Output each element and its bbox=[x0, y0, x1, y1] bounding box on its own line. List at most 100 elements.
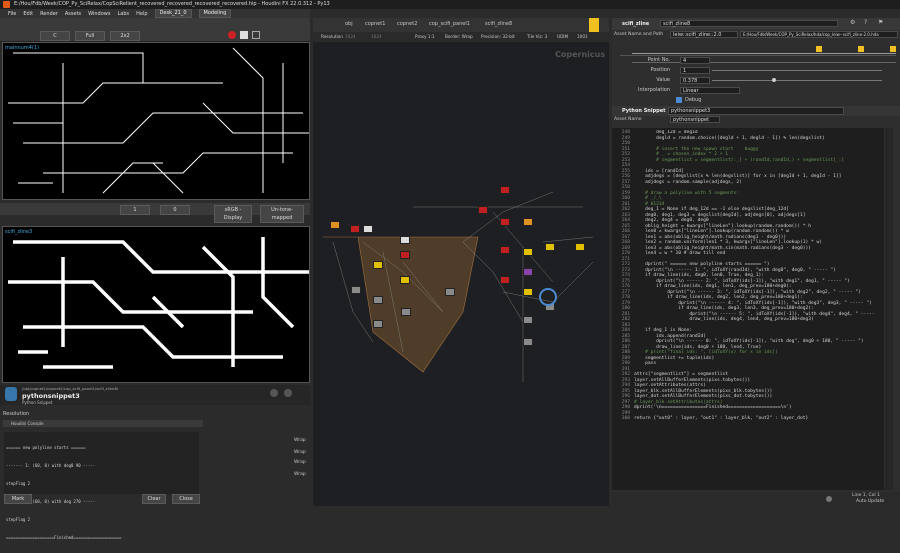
node[interactable] bbox=[500, 186, 510, 194]
path-obj[interactable]: obj bbox=[345, 21, 353, 27]
network-wires bbox=[323, 191, 594, 382]
path-panel[interactable]: cop_scifi_panel1 bbox=[429, 21, 470, 27]
node[interactable] bbox=[478, 206, 488, 214]
node[interactable] bbox=[400, 236, 410, 244]
network-editor[interactable]: obj copnet1 copnet2 cop_scifi_panel1 sci… bbox=[313, 18, 609, 506]
position-slider[interactable] bbox=[712, 70, 882, 71]
menu-assets[interactable]: Assets bbox=[65, 11, 81, 17]
menu-render[interactable]: Render bbox=[40, 11, 58, 17]
precision-select[interactable]: Precision: 32-bit bbox=[481, 32, 515, 42]
node[interactable] bbox=[445, 288, 455, 296]
wrap-label[interactable]: Wrap bbox=[294, 472, 306, 477]
node[interactable] bbox=[523, 248, 533, 256]
node[interactable] bbox=[373, 261, 383, 269]
value-field[interactable]: 0.378 bbox=[680, 77, 710, 84]
tile-select[interactable]: Tile Viz: 3 bbox=[527, 32, 547, 42]
node[interactable] bbox=[373, 320, 383, 328]
ramp-key-icon[interactable] bbox=[816, 46, 822, 52]
color-swatch-icon[interactable] bbox=[240, 31, 248, 39]
viewer-display-bar: 1 0 sRGB - Display Un-tone-mapped bbox=[0, 203, 310, 223]
viewer-top[interactable]: mainnum4(1) bbox=[2, 42, 310, 200]
frame-field[interactable]: 0 bbox=[160, 205, 190, 215]
node-name-field[interactable]: scifi_zline8 bbox=[660, 20, 838, 27]
wrap-label[interactable]: Wrap bbox=[294, 450, 306, 455]
grid-icon[interactable] bbox=[252, 31, 260, 39]
udim-value[interactable]: 1001 bbox=[577, 32, 588, 42]
network-pin-icon[interactable] bbox=[589, 18, 599, 32]
res-w[interactable]: 1024 bbox=[345, 32, 356, 42]
code-editor[interactable]: 248 249 250 251 252 253 254 255 256 257 258 259 260 2… bbox=[612, 128, 884, 490]
node[interactable] bbox=[523, 268, 533, 276]
value-slider[interactable] bbox=[712, 80, 882, 81]
node[interactable] bbox=[500, 276, 510, 284]
node[interactable] bbox=[575, 243, 585, 251]
node[interactable] bbox=[523, 338, 533, 346]
mark-button[interactable]: Mark bbox=[4, 494, 32, 504]
ramp-key-icon[interactable] bbox=[858, 46, 864, 52]
gear-icon[interactable]: ⚙ bbox=[850, 19, 855, 27]
lock-icon[interactable]: ⚑ bbox=[878, 19, 883, 27]
node[interactable] bbox=[350, 225, 360, 233]
node[interactable] bbox=[373, 296, 383, 304]
path-zline8[interactable]: scifi_zline8 bbox=[485, 21, 512, 27]
asset-name-field[interactable]: leiw::scifi_zline::2.0 bbox=[670, 31, 738, 38]
help-icon[interactable]: ? bbox=[864, 19, 867, 27]
path-copnet2[interactable]: copnet2 bbox=[397, 21, 417, 27]
close-button[interactable]: Close bbox=[172, 494, 200, 504]
value-slider-handle[interactable] bbox=[772, 78, 776, 82]
code-body[interactable]: deg_12d = deg1d degld = random.choice([d… bbox=[634, 130, 884, 422]
viewer-bottom[interactable]: scifi_zline3 bbox=[2, 226, 310, 383]
snippet-name-field[interactable]: pythonsnippet3 bbox=[668, 107, 844, 115]
pause-icon[interactable] bbox=[270, 389, 278, 397]
node[interactable] bbox=[500, 218, 510, 226]
selected-node-ring[interactable] bbox=[539, 288, 557, 306]
ramp-key-icon[interactable] bbox=[890, 46, 896, 52]
console-line: ------- 6: (60, 0) with deg 270 ----- bbox=[6, 499, 96, 504]
node[interactable] bbox=[363, 225, 373, 233]
menu-windows[interactable]: Windows bbox=[88, 11, 110, 17]
clear-button[interactable]: Clear bbox=[142, 494, 166, 504]
proxy-select[interactable]: Proxy 1:1 bbox=[415, 32, 435, 42]
wrap-label[interactable]: Wrap bbox=[294, 438, 306, 443]
code-line: dprint("\n ------ 0: ", idToXY(ids[-1]),… bbox=[634, 339, 864, 344]
interpolation-select[interactable]: Linear bbox=[680, 87, 740, 94]
asset-path-field[interactable]: E:/Hou/Fdb/Week/COP_Py_SciRelax/hda/cop_… bbox=[740, 31, 898, 38]
node[interactable] bbox=[500, 246, 510, 254]
border-select[interactable]: Border: Wrap bbox=[445, 32, 473, 42]
update-icon[interactable] bbox=[826, 496, 832, 502]
node[interactable] bbox=[330, 221, 340, 229]
code-scrollbar[interactable] bbox=[885, 128, 893, 490]
display-select[interactable]: sRGB - Display bbox=[214, 205, 252, 223]
tone-select[interactable]: Un-tone-mapped bbox=[260, 205, 304, 223]
node[interactable] bbox=[400, 251, 410, 259]
wrap-label[interactable]: Wrap bbox=[294, 460, 306, 465]
param-tab[interactable]: scifi_zline bbox=[622, 21, 649, 27]
menu-help[interactable]: Help bbox=[136, 11, 147, 17]
channel-select[interactable]: C bbox=[40, 31, 70, 41]
node[interactable] bbox=[523, 218, 533, 226]
node[interactable] bbox=[523, 288, 533, 296]
debug-checkbox[interactable] bbox=[676, 97, 682, 103]
path-copnet1[interactable]: copnet1 bbox=[365, 21, 385, 27]
node[interactable] bbox=[545, 243, 555, 251]
layout-select[interactable]: 2x2 bbox=[110, 31, 140, 41]
auto-update[interactable]: Auto Update bbox=[856, 499, 884, 504]
resolution-select[interactable]: Full bbox=[75, 31, 105, 41]
node-name: pythonsnippet3 bbox=[22, 392, 80, 400]
info-icon[interactable] bbox=[284, 389, 292, 397]
zoom-field[interactable]: 1 bbox=[120, 205, 150, 215]
node[interactable] bbox=[401, 308, 411, 316]
desk-selector[interactable]: Desk_21_0 bbox=[154, 9, 192, 18]
node[interactable] bbox=[523, 316, 533, 324]
menu-edit[interactable]: Edit bbox=[23, 11, 33, 17]
mode-selector[interactable]: Modeling bbox=[198, 9, 232, 18]
res-h[interactable]: 1024 bbox=[371, 32, 382, 42]
node[interactable] bbox=[351, 286, 361, 294]
position-field[interactable]: 1 bbox=[680, 67, 710, 74]
close-viewer-icon[interactable] bbox=[228, 31, 236, 39]
menu-labs[interactable]: Labs bbox=[117, 11, 129, 17]
menu-file[interactable]: File bbox=[8, 11, 16, 17]
asset2-field[interactable]: pythonsnippet bbox=[670, 116, 720, 123]
point-no-field[interactable]: 4 bbox=[680, 57, 710, 64]
node[interactable] bbox=[400, 276, 410, 284]
